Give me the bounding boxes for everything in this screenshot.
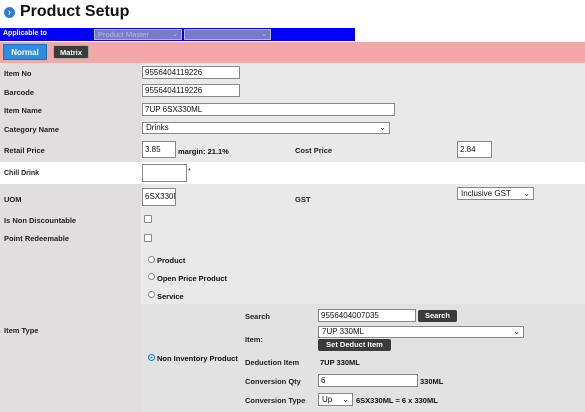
tab-normal[interactable]: Normal — [3, 44, 47, 60]
item-name-label: Item Name — [4, 106, 42, 115]
category-select-value: Drinks — [146, 123, 169, 132]
conversion-qty-label: Conversion Qty — [245, 377, 301, 386]
chevron-down-icon: ⌄ — [523, 189, 530, 198]
conversion-type-select[interactable]: Up ⌄ — [318, 393, 353, 406]
deduction-item-value: 7UP 330ML — [320, 358, 360, 367]
cost-price-input[interactable]: 2.84 — [457, 141, 492, 158]
category-label: Category Name — [4, 125, 60, 134]
chill-drink-label: Chill Drink — [4, 170, 40, 177]
tab-matrix[interactable]: Matrix — [53, 45, 89, 59]
conversion-type-label: Conversion Type — [245, 396, 306, 405]
radio-open-price-product-label: Open Price Product — [157, 274, 228, 283]
search-label: Search — [245, 312, 271, 321]
row-chill-value-cell — [141, 162, 585, 184]
item-select-value: 7UP 330ML — [322, 327, 365, 336]
set-deduct-item-button[interactable]: Set Deduct Item — [318, 339, 391, 351]
item-no-input[interactable]: 9556404119226 — [142, 66, 240, 79]
radio-non-inventory-product[interactable] — [148, 354, 155, 361]
chevron-down-icon: ⌄ — [513, 327, 520, 336]
row-redeem-value-cell — [141, 228, 585, 247]
category-select[interactable]: Drinks ⌄ — [142, 122, 390, 134]
conversion-qty-unit: 330ML — [420, 377, 444, 386]
chevron-down-icon: ⌄ — [172, 31, 178, 38]
item-select[interactable]: 7UP 330ML ⌄ — [318, 326, 524, 338]
conversion-qty-input[interactable]: 6 — [318, 374, 418, 387]
radio-product[interactable] — [148, 256, 155, 263]
required-marker: * — [188, 168, 191, 175]
row-discount-value-cell — [141, 210, 585, 228]
conversion-type-select-value: Up — [322, 395, 333, 404]
radio-service[interactable] — [148, 291, 155, 298]
applicable-label: Applicable to — [3, 30, 47, 37]
deduction-item-label: Deduction Item — [245, 358, 300, 367]
point-redeemable-checkbox[interactable] — [144, 234, 152, 242]
item-name-input[interactable]: 7UP 6SX330ML — [142, 103, 395, 116]
item-no-label: Item No — [4, 69, 32, 78]
gst-select-value: Inclusive GST — [461, 189, 511, 198]
gst-label: GST — [295, 195, 311, 204]
margin-text: margin: 21.1% — [178, 147, 229, 156]
chevron-down-icon: ⌄ — [261, 31, 267, 38]
item-select-label: Item: — [245, 335, 263, 344]
gst-select[interactable]: Inclusive GST ⌄ — [457, 187, 534, 200]
radio-service-label: Service — [157, 292, 184, 301]
applicable-select-secondary[interactable]: ⌄ — [184, 29, 271, 40]
uom-input[interactable]: 6SX330ML — [142, 188, 176, 206]
search-input[interactable]: 9556404007035 — [318, 309, 416, 322]
barcode-input[interactable]: 9556404119226 — [142, 84, 240, 97]
radio-open-price-product[interactable] — [148, 273, 155, 280]
item-type-label: Item Type — [4, 326, 39, 335]
point-redeemable-label: Point Redeemable — [4, 234, 70, 243]
chill-drink-input[interactable] — [142, 164, 187, 182]
chevron-down-icon: ⌄ — [379, 123, 386, 132]
cost-price-label: Cost Price — [295, 146, 333, 155]
chevron-right-icon: › — [4, 7, 15, 18]
applicable-select-primary[interactable]: Product Master ⌄ — [94, 29, 182, 40]
applicable-select-primary-value: Product Master — [98, 30, 149, 39]
non-discountable-checkbox[interactable] — [144, 215, 152, 223]
chevron-down-icon: ⌄ — [342, 395, 349, 404]
retail-price-label: Retail Price — [4, 146, 45, 155]
radio-product-label: Product — [157, 256, 186, 265]
conversion-formula: 6SX330ML = 6 x 330ML — [356, 396, 438, 405]
retail-price-input[interactable]: 3.85 — [142, 141, 176, 158]
non-discountable-label: Is Non Discountable — [4, 216, 77, 225]
barcode-label: Barcode — [4, 88, 35, 97]
uom-label: UOM — [4, 195, 22, 204]
search-button[interactable]: Search — [418, 310, 457, 322]
radio-non-inventory-product-label: Non Inventory Product — [157, 354, 238, 363]
page-title: Product Setup — [20, 3, 130, 20]
